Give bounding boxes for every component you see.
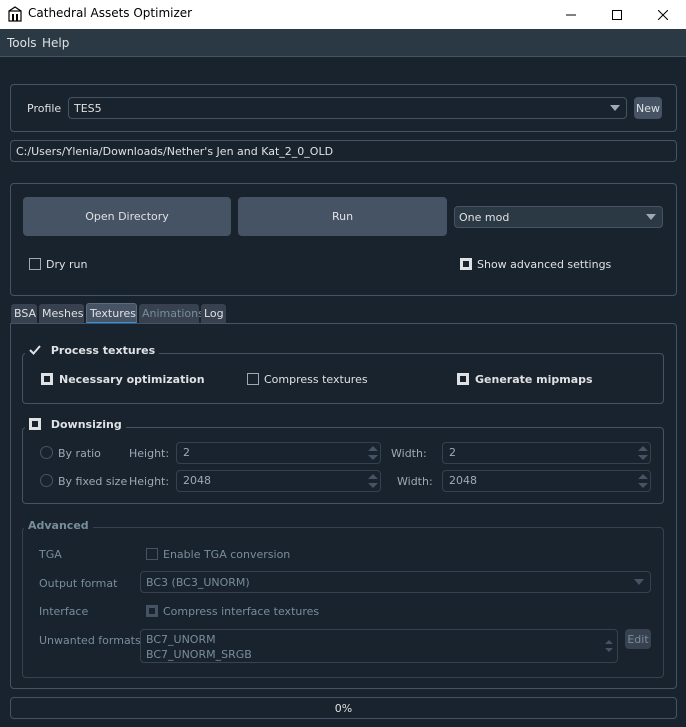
- downsizing-checkbox[interactable]: [29, 418, 41, 430]
- tab-log[interactable]: Log: [201, 304, 226, 323]
- title-bar: Cathedral Assets Optimizer: [0, 0, 686, 29]
- output-format-label: Output format: [39, 577, 118, 590]
- by-ratio-label: By ratio: [58, 447, 101, 460]
- check-icon[interactable]: [29, 344, 41, 356]
- unwanted-format-item[interactable]: BC7_UNORM_SRGB: [146, 648, 252, 662]
- dry-run-checkbox[interactable]: [29, 258, 41, 270]
- dry-run-label: Dry run: [46, 258, 88, 271]
- progress-text: 0%: [334, 701, 353, 715]
- fixed-height-label: Height:: [129, 475, 170, 488]
- compress-textures-label: Compress textures: [264, 373, 368, 386]
- path-value: C:/Users/Ylenia/Downloads/Nether's Jen a…: [16, 145, 334, 158]
- chevron-down-icon: [610, 105, 620, 111]
- by-fixed-size-radio[interactable]: [40, 474, 53, 487]
- open-directory-label: Open Directory: [85, 210, 169, 223]
- edit-unwanted-button[interactable]: Edit: [625, 629, 651, 649]
- output-format-select[interactable]: BC3 (BC3_UNORM): [140, 571, 651, 593]
- tab-textures-label: Textures: [90, 307, 136, 320]
- spin-arrows-icon[interactable]: [367, 444, 379, 462]
- ratio-height-label: Height:: [129, 447, 170, 460]
- ratio-height-value: 2: [183, 446, 190, 459]
- progress-bar: 0%: [10, 697, 677, 719]
- show-advanced-label: Show advanced settings: [477, 258, 612, 271]
- interface-label: Interface: [39, 605, 89, 618]
- tab-bsa-label: BSA: [14, 307, 37, 320]
- unwanted-format-item[interactable]: BC7_UNORM: [146, 633, 216, 647]
- spin-arrows-icon[interactable]: [637, 472, 649, 490]
- unwanted-formats-label: Unwanted formats: [39, 634, 141, 647]
- ratio-height-spinbox[interactable]: 2: [176, 442, 381, 464]
- minimize-icon: [566, 14, 576, 15]
- tab-meshes-label: Meshes: [42, 307, 84, 320]
- advanced-legend: Advanced: [24, 519, 93, 532]
- menu-bar: Tools Help: [0, 29, 686, 57]
- necessary-optimization-checkbox[interactable]: [41, 373, 53, 385]
- scroll-arrows-icon[interactable]: [604, 638, 614, 654]
- mode-value: One mod: [459, 211, 510, 224]
- by-fixed-size-label: By fixed size: [58, 475, 128, 488]
- ratio-width-spinbox[interactable]: 2: [442, 442, 651, 464]
- menu-help[interactable]: Help: [42, 36, 69, 50]
- fixed-width-value: 2048: [449, 474, 477, 487]
- unwanted-formats-list[interactable]: BC7_UNORM BC7_UNORM_SRGB: [140, 629, 618, 663]
- profile-label: Profile: [27, 102, 62, 115]
- compress-interface-label: Compress interface textures: [163, 605, 320, 618]
- tab-animations[interactable]: Animations: [139, 304, 204, 323]
- downsizing-title: Downsizing: [50, 418, 122, 431]
- process-textures-legend: Process textures: [25, 344, 160, 360]
- new-profile-button[interactable]: New: [634, 97, 662, 119]
- tab-meshes[interactable]: Meshes: [39, 304, 84, 323]
- close-button[interactable]: [640, 0, 686, 29]
- tab-textures[interactable]: Textures: [86, 303, 137, 324]
- window-title: Cathedral Assets Optimizer: [28, 6, 193, 20]
- close-icon: [658, 9, 668, 20]
- maximize-button[interactable]: [594, 0, 640, 29]
- mode-select[interactable]: One mod: [454, 206, 663, 228]
- spin-arrows-icon[interactable]: [367, 472, 379, 490]
- downsizing-group: [22, 427, 664, 504]
- ratio-width-value: 2: [449, 446, 456, 459]
- path-input[interactable]: C:/Users/Ylenia/Downloads/Nether's Jen a…: [10, 140, 677, 162]
- maximize-icon: [612, 9, 622, 20]
- compress-textures-checkbox[interactable]: [247, 373, 259, 385]
- enable-tga-checkbox[interactable]: [146, 548, 158, 560]
- run-button[interactable]: Run: [238, 197, 447, 236]
- process-textures-title: Process textures: [50, 344, 156, 357]
- enable-tga-label: Enable TGA conversion: [163, 548, 291, 561]
- profile-select[interactable]: TES5: [68, 97, 627, 119]
- generate-mipmaps-label: Generate mipmaps: [475, 373, 593, 386]
- new-profile-label: New: [636, 101, 660, 115]
- fixed-height-value: 2048: [183, 474, 211, 487]
- chevron-down-icon: [646, 214, 656, 220]
- open-directory-button[interactable]: Open Directory: [23, 197, 231, 236]
- downsizing-legend: Downsizing: [25, 418, 126, 434]
- necessary-optimization-label: Necessary optimization: [59, 373, 205, 386]
- ratio-width-label: Width:: [391, 447, 427, 460]
- run-label: Run: [331, 210, 354, 223]
- menu-tools[interactable]: Tools: [7, 36, 37, 50]
- generate-mipmaps-checkbox[interactable]: [457, 373, 469, 385]
- show-advanced-checkbox[interactable]: [460, 258, 472, 270]
- compress-interface-checkbox[interactable]: [146, 605, 158, 617]
- profile-value: TES5: [74, 102, 102, 115]
- tab-log-label: Log: [204, 307, 224, 320]
- fixed-height-spinbox[interactable]: 2048: [176, 470, 381, 492]
- minimize-button[interactable]: [548, 0, 594, 29]
- output-format-value: BC3 (BC3_UNORM): [146, 576, 250, 589]
- tga-label: TGA: [39, 548, 62, 561]
- tab-bsa[interactable]: BSA: [11, 304, 37, 323]
- by-ratio-radio[interactable]: [40, 446, 53, 459]
- tab-animations-label: Animations: [142, 307, 204, 320]
- fixed-width-label: Width:: [397, 475, 433, 488]
- cathedral-icon: [8, 6, 22, 22]
- spin-arrows-icon[interactable]: [637, 444, 649, 462]
- edit-unwanted-label: Edit: [627, 632, 649, 646]
- chevron-down-icon: [634, 579, 644, 585]
- fixed-width-spinbox[interactable]: 2048: [442, 470, 651, 492]
